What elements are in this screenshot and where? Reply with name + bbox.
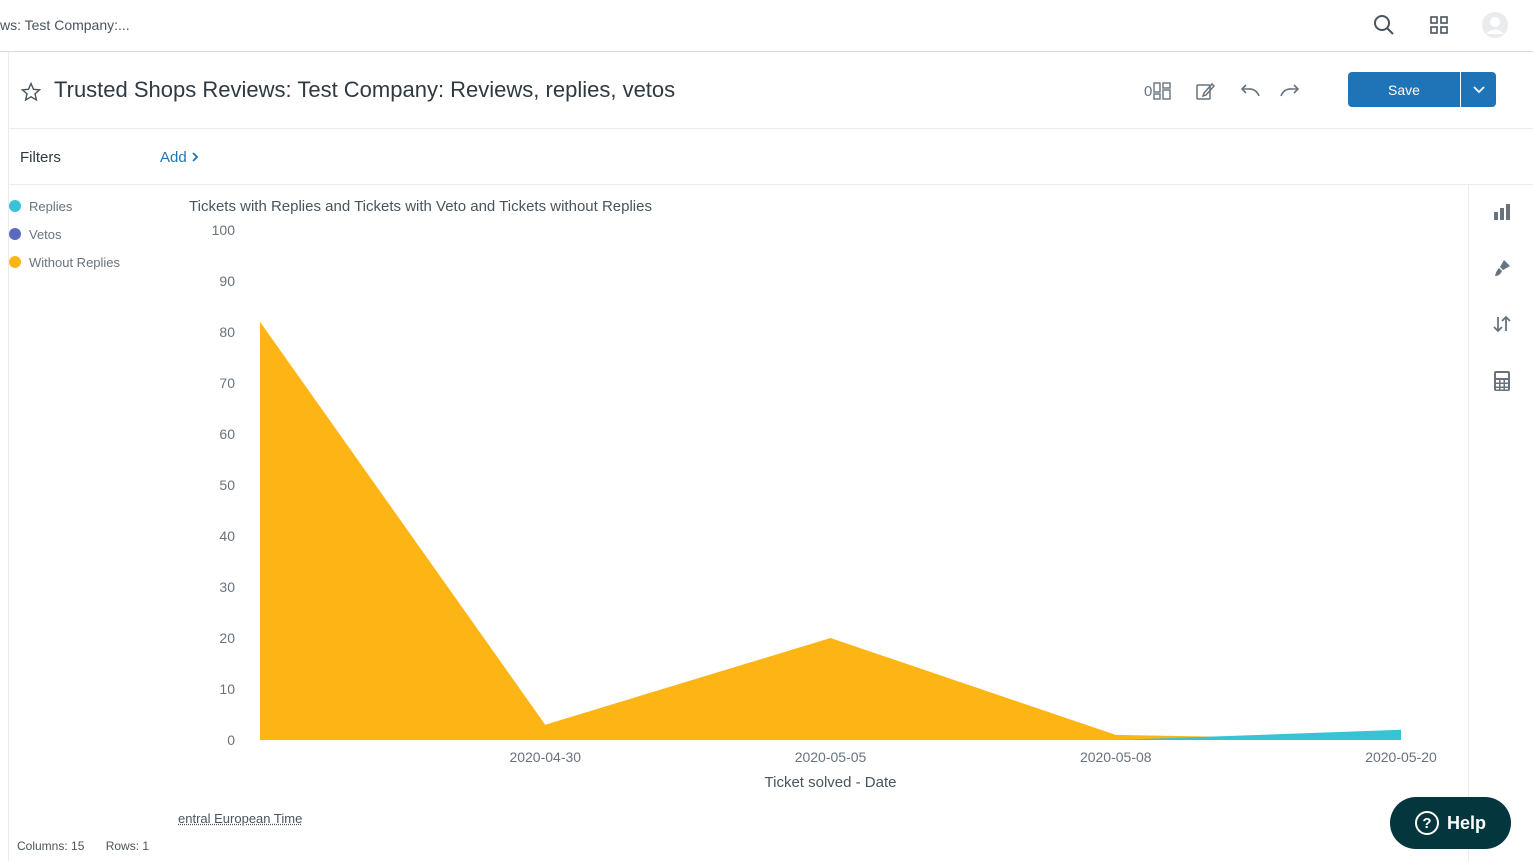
legend-item-without-replies[interactable]: Without Replies: [9, 248, 120, 276]
top-bar: ws: Test Company:...: [0, 0, 1533, 52]
star-icon[interactable]: [20, 81, 42, 107]
y-tick-label: 10: [219, 681, 235, 697]
user-avatar-icon[interactable]: [1482, 12, 1508, 38]
x-tick-label: 2020-05-05: [795, 749, 867, 765]
legend-swatch: [9, 256, 21, 268]
chart-title: Tickets with Replies and Tickets with Ve…: [189, 198, 652, 215]
widgets-icon: [1153, 82, 1172, 100]
page-title: Trusted Shops Reviews: Test Company: Rev…: [54, 77, 676, 102]
save-options-button[interactable]: [1461, 72, 1496, 107]
filters-label: Filters: [20, 149, 61, 166]
chevron-right-icon: [192, 152, 199, 162]
bar-chart-icon[interactable]: [1488, 198, 1516, 226]
calculator-icon[interactable]: [1488, 367, 1516, 395]
paint-brush-icon[interactable]: [1488, 254, 1516, 282]
legend-item-vetos[interactable]: Vetos: [9, 220, 120, 248]
apps-grid-icon[interactable]: [1426, 12, 1452, 38]
y-tick-label: 20: [219, 630, 235, 646]
x-tick-label: 2020-05-20: [1365, 749, 1437, 765]
save-button[interactable]: Save: [1348, 72, 1460, 107]
chart-legend: Replies Vetos Without Replies: [9, 192, 120, 276]
x-axis-label: Ticket solved - Date: [765, 774, 897, 791]
timezone-link[interactable]: entral European Time: [178, 811, 308, 826]
chevron-down-icon: [1472, 85, 1485, 93]
area-chart: 0 10 20 30 40 50 60 70 80 90 100 2020-04-30 2020-05-…: [212, 222, 1437, 791]
y-tick-label: 0: [227, 732, 235, 748]
y-tick-label: 60: [219, 426, 235, 442]
legend-swatch: [9, 200, 21, 212]
help-icon: ?: [1414, 811, 1439, 835]
add-filter-label: Add: [160, 149, 187, 166]
report-header: Trusted Shops Reviews: Test Company: Rev…: [9, 52, 1533, 129]
help-button[interactable]: ? Help: [1390, 797, 1511, 849]
y-tick-label: 80: [219, 324, 235, 340]
redo-icon[interactable]: [1279, 79, 1301, 103]
legend-swatch: [9, 228, 21, 240]
undo-icon[interactable]: [1239, 79, 1261, 103]
add-filter-link[interactable]: Add: [160, 149, 199, 166]
y-tick-label: 100: [212, 222, 236, 238]
right-panel-divider: [1468, 185, 1469, 861]
area-series-without-replies: [260, 321, 1401, 740]
legend-label: Vetos: [29, 226, 62, 242]
edit-icon[interactable]: [1195, 79, 1215, 103]
x-tick-label: 2020-04-30: [509, 749, 581, 765]
y-tick-label: 50: [219, 477, 235, 493]
x-tick-label: 2020-05-08: [1080, 749, 1152, 765]
y-tick-label: 90: [219, 273, 235, 289]
widgets-button[interactable]: 0: [1144, 79, 1172, 103]
search-icon[interactable]: [1371, 12, 1397, 38]
legend-label: Replies: [29, 198, 73, 214]
y-tick-label: 30: [219, 579, 235, 595]
rows-count: Rows: 1: [105, 839, 150, 853]
sort-icon[interactable]: [1488, 310, 1516, 338]
legend-label: Without Replies: [29, 254, 121, 270]
filters-bar: Filters Add: [9, 129, 1533, 185]
y-tick-label: 40: [219, 528, 235, 544]
columns-count: Columns: 15: [17, 839, 85, 853]
breadcrumb[interactable]: ws: Test Company:...: [0, 17, 130, 33]
help-label: Help: [1446, 812, 1486, 833]
y-tick-label: 70: [219, 375, 235, 391]
table-stats: Columns: 15 Rows: 1: [17, 839, 167, 853]
legend-item-replies[interactable]: Replies: [9, 192, 120, 220]
widget-count: 0: [1144, 82, 1153, 100]
